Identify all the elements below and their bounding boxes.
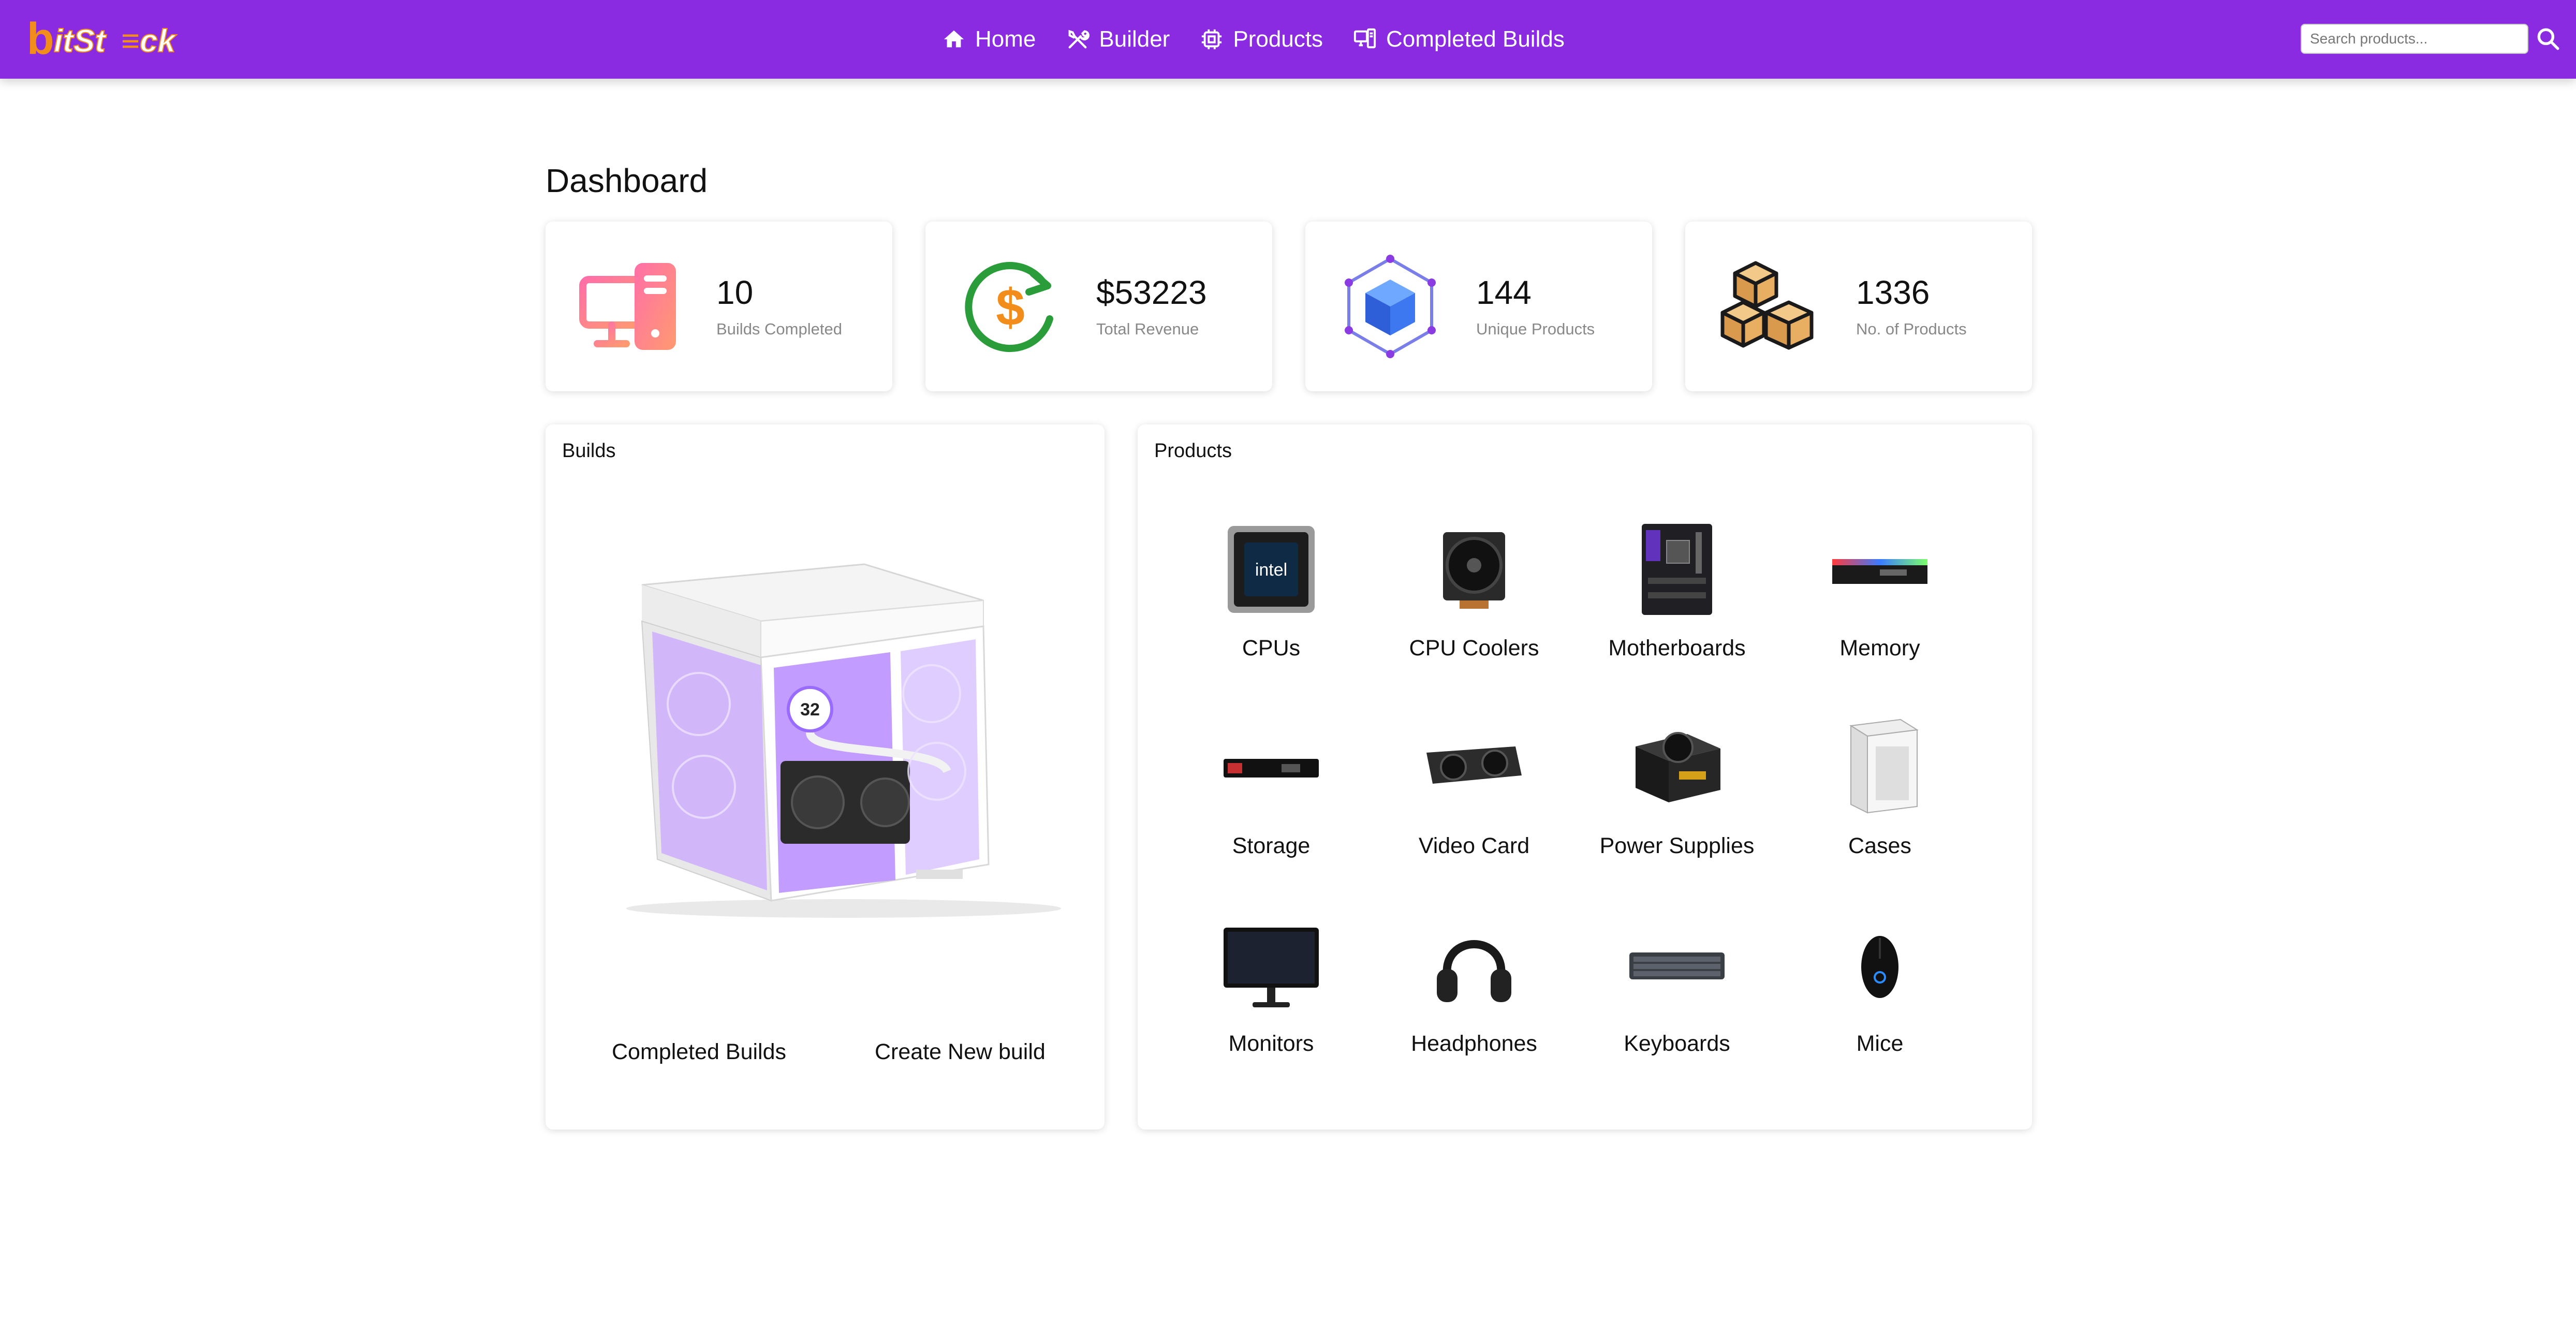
nav-home-label: Home: [975, 26, 1036, 52]
psu-image: [1636, 732, 1720, 802]
stat-value: 144: [1476, 274, 1532, 311]
svg-text:intel: intel: [1255, 560, 1287, 580]
category-cpus[interactable]: intel CPUs: [1170, 518, 1373, 715]
category-storage[interactable]: Storage: [1170, 715, 1373, 913]
category-label: CPUs: [1242, 636, 1301, 661]
products-title: Products: [1154, 440, 1232, 462]
bitstack-logo[interactable]: b itSt ≡ ck: [25, 16, 222, 63]
computer-icon: [579, 263, 676, 350]
stat-value: $53223: [1096, 274, 1207, 311]
category-label: Power Supplies: [1599, 833, 1755, 858]
builds-title: Builds: [562, 440, 616, 462]
nav-builder[interactable]: Builder: [1066, 26, 1170, 52]
category-memory[interactable]: Memory: [1778, 518, 1981, 715]
category-label: Monitors: [1228, 1031, 1314, 1056]
svg-text:32: 32: [800, 700, 820, 720]
create-new-build-link[interactable]: Create New build: [875, 1039, 1046, 1065]
category-keyboards[interactable]: Keyboards: [1576, 913, 1778, 1111]
stat-value: 1336: [1856, 274, 1930, 311]
nav-completed-builds-label: Completed Builds: [1386, 26, 1565, 52]
pc-icon: [1353, 28, 1376, 49]
stat-card-total-revenue: $ $53223 Total Revenue: [925, 222, 1272, 391]
stat-label: Unique Products: [1476, 320, 1595, 338]
product-category-grid: intel CPUs CPU Coolers Motherboards Memo…: [1170, 518, 1981, 1111]
svg-text:b: b: [27, 16, 53, 63]
svg-text:itSt: itSt: [54, 23, 107, 59]
stat-label: Builds Completed: [716, 320, 842, 338]
ssd-image: [1224, 759, 1319, 777]
svg-text:ck: ck: [140, 23, 177, 59]
products-card: Products intel CPUs CPU Coolers Motherbo…: [1138, 424, 2032, 1129]
stat-card-no-of-products: 1336 No. of Products: [1685, 222, 2032, 391]
cpu-cooler-image: [1443, 532, 1505, 609]
nav-builder-label: Builder: [1099, 26, 1170, 52]
completed-builds-link[interactable]: Completed Builds: [612, 1039, 786, 1065]
svg-text:$: $: [996, 278, 1025, 336]
category-label: Motherboards: [1608, 636, 1746, 661]
nav-completed-builds[interactable]: Completed Builds: [1353, 26, 1565, 52]
category-monitors[interactable]: Monitors: [1170, 913, 1373, 1111]
category-label: Cases: [1848, 833, 1911, 858]
category-motherboards[interactable]: Motherboards: [1576, 518, 1778, 715]
stat-card-builds-completed: 10 Builds Completed: [546, 222, 892, 391]
mouse-image: [1861, 936, 1898, 998]
motherboard-image: [1642, 524, 1712, 615]
category-label: Memory: [1839, 636, 1920, 661]
category-video-card[interactable]: Video Card: [1373, 715, 1576, 913]
category-mice[interactable]: Mice: [1778, 913, 1981, 1111]
search-input[interactable]: [2301, 24, 2528, 54]
category-power-supplies[interactable]: Power Supplies: [1576, 715, 1778, 913]
svg-text:≡: ≡: [121, 23, 140, 59]
keyboard-image: [1629, 952, 1725, 979]
category-cases[interactable]: Cases: [1778, 715, 1981, 913]
case-image: [1849, 718, 1919, 814]
search-icon[interactable]: [2535, 26, 2561, 52]
cpu-image: intel: [1228, 526, 1315, 613]
category-label: Video Card: [1418, 833, 1530, 858]
nav-products-label: Products: [1233, 26, 1323, 52]
navbar: b itSt ≡ ck Home Builder Products Comple…: [0, 0, 2576, 79]
chip-icon: [1202, 29, 1222, 50]
nav-home[interactable]: Home: [942, 26, 1036, 52]
main-nav: Home Builder Products Completed Builds: [942, 0, 1565, 79]
tools-icon: [1068, 30, 1090, 49]
category-cpu-coolers[interactable]: CPU Coolers: [1373, 518, 1576, 715]
headphones-image: [1437, 940, 1511, 1002]
white-pc-case-image: 32: [626, 563, 1061, 918]
page-title: Dashboard: [546, 162, 708, 199]
category-label: Mice: [1856, 1031, 1904, 1056]
stat-label: Total Revenue: [1096, 320, 1199, 338]
builds-card: Builds 32 Completed Builds Create New bu…: [546, 424, 1105, 1129]
category-label: CPU Coolers: [1409, 636, 1539, 661]
category-headphones[interactable]: Headphones: [1373, 913, 1576, 1111]
monitor-image: [1224, 928, 1319, 1007]
stat-card-unique-products: 144 Unique Products: [1305, 222, 1652, 391]
cube-network-icon: [1345, 255, 1436, 358]
stat-label: No. of Products: [1856, 320, 1967, 338]
nav-products[interactable]: Products: [1200, 26, 1323, 52]
dollar-cycle-icon: $: [965, 262, 1053, 353]
home-icon: [944, 30, 964, 48]
gpu-image: [1426, 746, 1522, 784]
stat-value: 10: [716, 274, 754, 311]
boxes-icon: [1720, 261, 1814, 350]
memory-image: [1832, 559, 1927, 584]
category-label: Storage: [1232, 833, 1311, 858]
category-label: Keyboards: [1624, 1031, 1730, 1056]
category-label: Headphones: [1411, 1031, 1537, 1056]
